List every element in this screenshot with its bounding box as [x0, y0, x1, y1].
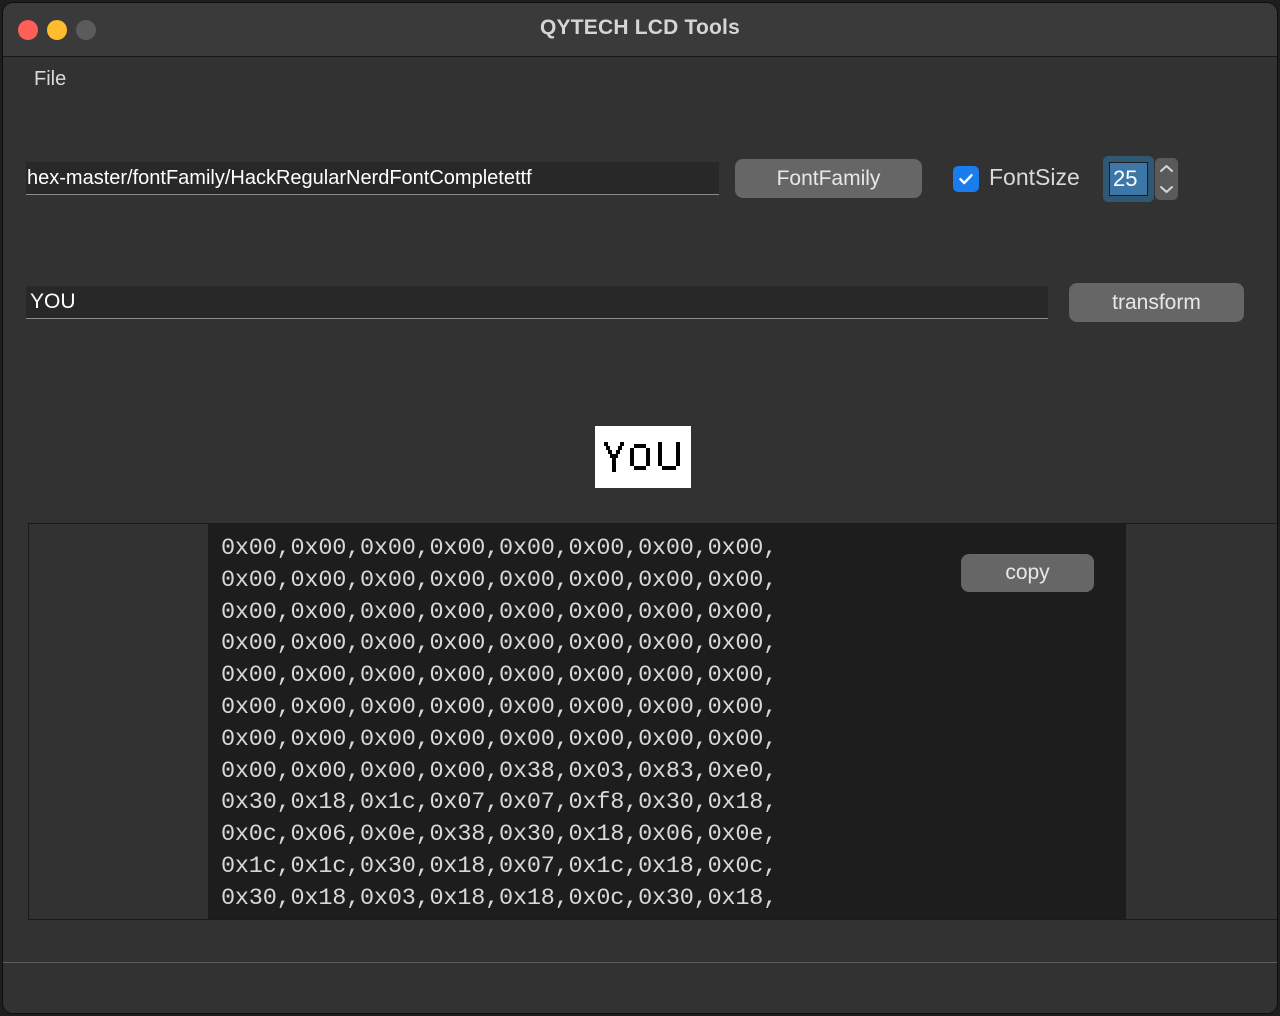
menu-bar: File [3, 57, 1277, 101]
chevron-up-icon [1160, 165, 1173, 172]
check-icon [959, 174, 973, 185]
status-bar [3, 963, 1277, 1013]
font-size-spinbox[interactable]: 25 [1103, 156, 1154, 202]
copy-button[interactable]: copy [961, 554, 1094, 592]
transform-button[interactable]: transform [1069, 283, 1244, 322]
menu-item-file[interactable]: File [30, 66, 70, 93]
preview-bitmap-you-icon [602, 440, 684, 474]
font-size-checkbox[interactable] [953, 166, 979, 192]
chevron-down-icon [1160, 186, 1173, 193]
bitmap-preview [595, 426, 691, 488]
window-title: QYTECH LCD Tools [540, 16, 740, 39]
font-family-button[interactable]: FontFamily [735, 159, 922, 198]
hex-output-text: 0x00,0x00,0x00,0x00,0x00,0x00,0x00,0x00,… [221, 535, 778, 912]
font-size-stepper[interactable] [1155, 158, 1178, 200]
font-size-label: FontSize [989, 164, 1080, 190]
app-window: QYTECH LCD Tools File hex-master/fontFam… [3, 3, 1277, 1013]
font-path-input[interactable]: hex-master/fontFamily/HackRegularNerdFon… [26, 162, 719, 195]
source-text-input[interactable]: YOU [26, 286, 1048, 319]
font-size-value[interactable]: 25 [1109, 162, 1148, 196]
title-bar: QYTECH LCD Tools [3, 3, 1277, 57]
